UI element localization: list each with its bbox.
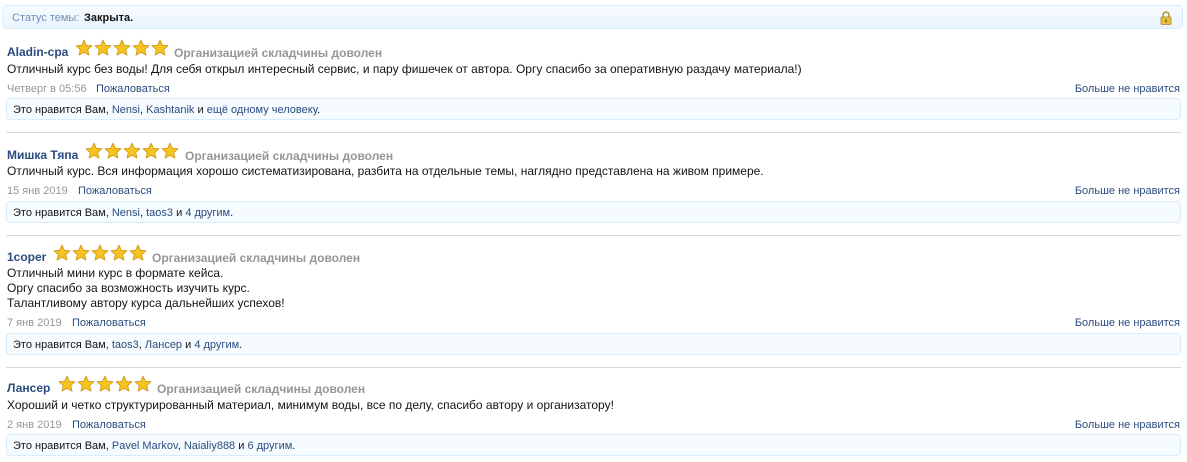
post-message: Талантливому автору курса дальнейших усп…	[7, 296, 285, 310]
rating-text: Организацией складчины доволен	[174, 46, 383, 60]
post-date[interactable]: 2 янв 2019	[7, 419, 62, 431]
star-icon	[132, 39, 150, 56]
complain-link[interactable]: Пожаловаться	[78, 185, 152, 197]
likes-summary: Это нравится Вам, taos3, Лансер и 4 друг…	[6, 333, 1181, 355]
unlike-link[interactable]: Больше не нравится	[1075, 419, 1180, 431]
star-icon	[142, 142, 160, 159]
post-date[interactable]: Четверг в 05:56	[7, 83, 87, 95]
post-username[interactable]: Мишка Тяпа	[7, 148, 78, 162]
post-divider	[6, 367, 1181, 368]
post-divider	[6, 132, 1181, 133]
post-date[interactable]: 7 янв 2019	[7, 317, 62, 329]
star-icon	[77, 375, 95, 392]
rating-text: Организацией складчины доволен	[185, 149, 394, 163]
likes-prefix: Это нравится Вам,	[13, 339, 109, 351]
thread-status-bar: Статус темы: Закрыта.	[2, 5, 1183, 29]
star-icon	[91, 244, 109, 261]
liker-link[interactable]: Nensi	[112, 104, 140, 116]
likes-summary: Это нравится Вам, Pavel Markov, Naialiy8…	[6, 434, 1181, 456]
likes-end: .	[292, 440, 296, 452]
rating-stars	[58, 375, 153, 395]
likes-more-link[interactable]: ещё одному человеку	[207, 104, 317, 116]
likes-conj: и	[185, 339, 192, 351]
likes-more-link[interactable]: 4 другим	[185, 207, 230, 219]
complain-link[interactable]: Пожаловаться	[72, 317, 146, 329]
star-icon	[110, 244, 128, 261]
star-icon	[104, 142, 122, 159]
star-icon	[53, 244, 71, 261]
star-icon	[161, 142, 179, 159]
star-icon	[129, 244, 147, 261]
likes-separator: ,	[139, 104, 144, 116]
likes-prefix: Это нравится Вам,	[13, 440, 109, 452]
liker-link[interactable]: taos3	[112, 339, 139, 351]
likes-conj: и	[176, 207, 183, 219]
complain-link[interactable]: Пожаловаться	[72, 419, 146, 431]
likes-end: .	[230, 207, 234, 219]
likes-separator: ,	[138, 339, 142, 351]
star-icon	[85, 142, 103, 159]
star-icon	[123, 142, 141, 159]
rating-text: Организацией складчины доволен	[157, 382, 366, 396]
liker-link[interactable]: taos3	[146, 207, 173, 219]
likes-conj: и	[238, 440, 245, 452]
post-username[interactable]: Лансер	[7, 381, 50, 395]
liker-link[interactable]: Kashtanik	[146, 104, 194, 116]
liker-link[interactable]: Лансер	[145, 339, 182, 351]
likes-more-link[interactable]: 6 другим	[247, 440, 292, 452]
star-icon	[94, 39, 112, 56]
liker-link[interactable]: Nensi	[112, 207, 140, 219]
liker-link[interactable]: Naialiy888	[184, 440, 235, 452]
star-icon	[75, 39, 93, 56]
rating-text: Организацией складчины доволен	[152, 251, 361, 265]
post-message: Оргу спасибо за возможность изучить курс…	[7, 281, 250, 295]
star-icon	[115, 375, 133, 392]
likes-separator: ,	[177, 440, 181, 452]
post-message: Отличный мини курс в формате кейса.	[7, 266, 224, 280]
thread-status-value: Закрыта.	[84, 12, 134, 24]
likes-end: .	[317, 104, 321, 116]
likes-separator: ,	[139, 207, 144, 219]
complain-link[interactable]: Пожаловаться	[96, 83, 170, 95]
liker-link[interactable]: Pavel Markov	[112, 440, 178, 452]
rating-stars	[53, 244, 148, 264]
post-username[interactable]: 1coper	[7, 250, 46, 264]
post-divider	[6, 235, 1181, 236]
post-message: Отличный курс. Вся информация хорошо сис…	[7, 164, 764, 178]
unlike-link[interactable]: Больше не нравится	[1075, 185, 1180, 197]
rating-stars	[75, 39, 170, 59]
star-icon	[58, 375, 76, 392]
star-icon	[151, 39, 169, 56]
star-icon	[72, 244, 90, 261]
likes-summary: Это нравится Вам, Nensi, Kashtanik и ещё…	[6, 98, 1181, 120]
post-message: Отличный курс без воды! Для себя открыл …	[7, 62, 802, 76]
likes-conj: и	[197, 104, 204, 116]
unlike-link[interactable]: Больше не нравится	[1075, 317, 1180, 329]
star-icon	[96, 375, 114, 392]
star-icon	[134, 375, 152, 392]
unlike-link[interactable]: Больше не нравится	[1075, 83, 1180, 95]
likes-summary: Это нравится Вам, Nensi, taos3 и 4 други…	[6, 201, 1181, 223]
lock-icon	[1160, 11, 1172, 25]
likes-prefix: Это нравится Вам,	[13, 207, 109, 219]
likes-more-link[interactable]: 4 другим	[194, 339, 239, 351]
thread-status-label: Статус темы:	[12, 12, 80, 24]
rating-stars	[85, 142, 180, 162]
likes-end: .	[239, 339, 243, 351]
post-username[interactable]: Aladin-cpa	[7, 45, 68, 59]
post-message: Хороший и четко структурированный матери…	[7, 398, 614, 412]
star-icon	[113, 39, 131, 56]
post-date[interactable]: 15 янв 2019	[7, 185, 68, 197]
likes-prefix: Это нравится Вам,	[13, 104, 109, 116]
